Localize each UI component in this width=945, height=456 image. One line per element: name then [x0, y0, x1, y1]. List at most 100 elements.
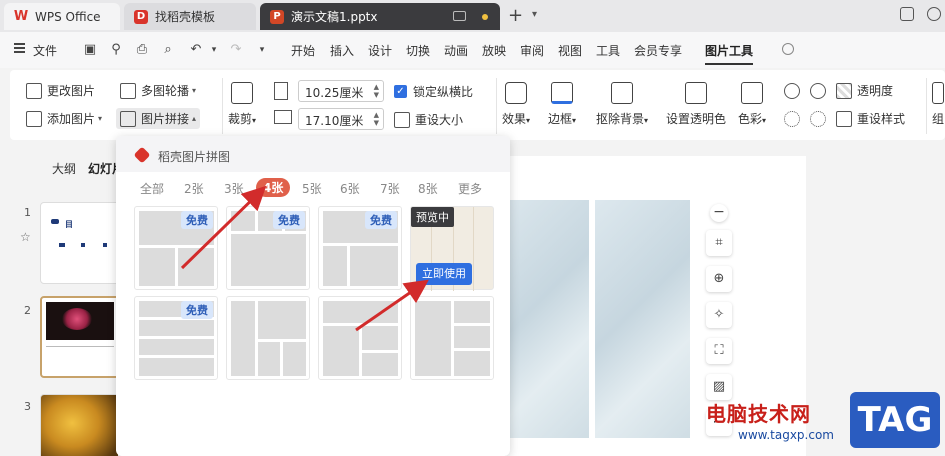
format-painter-icon[interactable]: ⚲ — [108, 42, 124, 58]
collage-template-2[interactable]: 免费 — [226, 206, 310, 290]
template-cell — [454, 326, 490, 348]
filter-tab-8[interactable]: 8张 — [418, 180, 438, 197]
slide-picture-2[interactable] — [595, 200, 690, 438]
menu-tools[interactable]: 工具 — [596, 42, 620, 59]
border-button[interactable]: 边框▾ — [548, 82, 576, 127]
tab-outline[interactable]: 大纲 — [52, 160, 76, 177]
collage-template-6[interactable] — [226, 296, 310, 380]
effects-button[interactable]: 效果▾ — [502, 82, 530, 127]
print-preview-icon[interactable]: ⌕ — [160, 42, 176, 58]
menu-file[interactable]: 文件 — [33, 42, 57, 59]
border-icon — [551, 82, 574, 104]
caret-up-icon: ▴ — [192, 114, 197, 123]
color-button[interactable]: 色彩▾ — [738, 82, 766, 127]
search-icon[interactable] — [782, 43, 794, 55]
brightness-icon[interactable] — [784, 111, 800, 127]
tab-label: 找稻壳模板 — [155, 10, 216, 24]
color-palette-icon — [741, 82, 764, 104]
account-icon[interactable] — [927, 7, 941, 21]
group-button[interactable]: 组 — [932, 82, 944, 127]
menu-picture-tools[interactable]: 图片工具 — [705, 42, 754, 65]
menu-member[interactable]: 会员专享 — [634, 42, 682, 59]
transparency-button[interactable]: 透明度 — [836, 82, 893, 99]
add-picture-button[interactable]: 添加图片 ▾ — [26, 110, 102, 127]
slide-thumbnail-2[interactable] — [40, 296, 120, 378]
menu-transition[interactable]: 切换 — [406, 42, 430, 59]
undo-icon[interactable]: ↶ — [188, 42, 204, 58]
new-tab-plus-icon[interactable]: + — [508, 5, 523, 26]
menu-design[interactable]: 设计 — [368, 42, 392, 59]
reset-size-button[interactable]: 重设大小 — [394, 111, 463, 128]
template-cell — [283, 342, 306, 376]
picture-edit-icon[interactable]: ▨ — [706, 374, 732, 400]
tab-label: 演示文稿1.pptx — [291, 10, 378, 24]
collapse-icon[interactable]: − — [710, 204, 728, 222]
contrast-icon[interactable] — [810, 111, 826, 127]
tab-slides[interactable]: 幻灯片 — [88, 160, 116, 177]
frame-select-icon[interactable]: ⛶ — [706, 338, 732, 364]
slide-panel: 大纲 幻灯片 1 ☆ 目 2 3 — [0, 146, 120, 456]
zoom-icon[interactable]: ⊕ — [706, 266, 732, 292]
height-input[interactable]: 17.10厘米 ▲ ▼ — [298, 108, 384, 130]
reset-style-button[interactable]: 重设样式 — [836, 110, 905, 127]
monitor-icon[interactable] — [453, 11, 466, 21]
template-cell — [454, 351, 490, 376]
multi-carousel-button[interactable]: 多图轮播 ▾ — [120, 82, 196, 99]
collage-template-preview[interactable]: 预览中 立即使用 — [410, 206, 494, 291]
slide-thumbnail-3[interactable] — [40, 394, 120, 456]
checkbox-label: 锁定纵横比 — [413, 85, 474, 99]
filter-tab-5[interactable]: 5张 — [302, 180, 322, 197]
undo-dropdown-icon[interactable]: ▾ — [206, 42, 222, 58]
remove-background-button[interactable]: 抠除背景▾ — [596, 82, 648, 127]
picture-collage-button[interactable]: 图片拼接 ▴ — [116, 108, 201, 129]
spinner-arrows-icon[interactable]: ▲ ▼ — [374, 83, 379, 99]
star-icon[interactable]: ☆ — [20, 230, 31, 244]
group-icon — [932, 82, 944, 104]
filter-tab-all[interactable]: 全部 — [140, 180, 164, 197]
collage-template-8[interactable] — [410, 296, 494, 380]
filter-tab-2[interactable]: 2张 — [184, 180, 204, 197]
change-picture-button[interactable]: 更改图片 — [26, 82, 95, 99]
menu-start[interactable]: 开始 — [291, 42, 315, 59]
chevron-down-icon[interactable]: ▾ — [532, 9, 537, 20]
filter-tab-7[interactable]: 7张 — [380, 180, 400, 197]
filter-tab-6[interactable]: 6张 — [340, 180, 360, 197]
collage-template-5[interactable]: 免费 — [134, 296, 218, 380]
tab-document[interactable]: P 演示文稿1.pptx — [260, 3, 500, 30]
print-icon[interactable]: ⎙ — [134, 42, 150, 58]
menu-slideshow[interactable]: 放映 — [482, 42, 506, 59]
set-transparent-color-button[interactable]: 设置透明色 — [666, 82, 726, 127]
rotate-icon[interactable] — [784, 83, 800, 99]
redo-icon[interactable]: ↷ — [228, 42, 244, 58]
collage-template-1[interactable]: 免费 — [134, 206, 218, 290]
save-icon[interactable]: ▣ — [82, 42, 98, 58]
decorative-mark — [103, 243, 107, 247]
collage-template-3[interactable]: 免费 — [318, 206, 402, 290]
wps-logo-icon: W — [13, 9, 29, 24]
unsaved-dot-icon — [482, 14, 488, 20]
use-now-button[interactable]: 立即使用 — [416, 263, 472, 285]
menu-animation[interactable]: 动画 — [444, 42, 468, 59]
magic-wand-icon[interactable]: ✧ — [706, 302, 732, 328]
crop-tool-icon[interactable]: ⌗ — [706, 230, 732, 256]
rotate-reverse-icon[interactable] — [810, 83, 826, 99]
menu-view[interactable]: 视图 — [558, 42, 582, 59]
more-chevron-icon[interactable]: ▾ — [254, 42, 270, 58]
lock-ratio-checkbox[interactable]: ✓ 锁定纵横比 — [394, 83, 473, 100]
filter-tab-3[interactable]: 3张 — [224, 180, 244, 197]
filter-tab-more[interactable]: 更多 — [458, 180, 482, 197]
tab-wps-office[interactable]: W WPS Office — [4, 3, 120, 30]
filter-tab-4[interactable]: 4张 — [256, 178, 291, 197]
window-layout-icon[interactable] — [900, 7, 914, 21]
slide-thumbnail-1[interactable]: 目 — [40, 202, 120, 284]
crop-button[interactable]: 裁剪▾ — [228, 82, 256, 127]
hamburger-menu-icon[interactable] — [14, 43, 25, 53]
button-label: 设置透明色 — [666, 112, 727, 126]
collage-template-7[interactable] — [318, 296, 402, 380]
menu-review[interactable]: 审阅 — [520, 42, 544, 59]
eyedropper-icon — [685, 82, 707, 104]
menu-insert[interactable]: 插入 — [330, 42, 354, 59]
tab-template[interactable]: D 找稻壳模板 — [124, 3, 256, 30]
spinner-arrows-icon[interactable]: ▲ ▼ — [374, 111, 379, 127]
width-input[interactable]: 10.25厘米 ▲ ▼ — [298, 80, 384, 102]
